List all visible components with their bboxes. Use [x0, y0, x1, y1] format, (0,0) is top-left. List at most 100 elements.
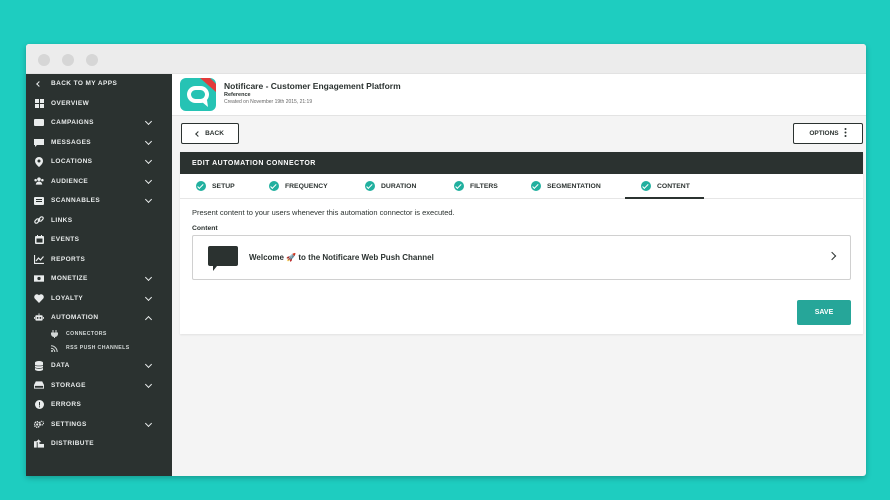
- chevron-left-icon: [34, 79, 44, 89]
- sidebar-item-distribute[interactable]: DISTRIBUTE: [26, 434, 172, 453]
- sidebar-subitem-label: RSS PUSH CHANNELS: [66, 345, 130, 351]
- window-titlebar: [26, 44, 866, 74]
- sidebar-item-events[interactable]: EVENTS: [26, 230, 172, 249]
- chevron-down-icon: [144, 156, 153, 165]
- chevron-down-icon: [144, 117, 153, 126]
- scannable-icon: [34, 196, 44, 206]
- tab-setup[interactable]: SETUP: [196, 174, 235, 198]
- window-close-dot[interactable]: [38, 54, 50, 66]
- tab-label: FREQUENCY: [285, 182, 328, 190]
- sidebar: BACK TO MY APPS OVERVIEW CAMPAIGNS MESSA…: [26, 74, 172, 476]
- sidebar-subitem-connectors[interactable]: CONNECTORS: [26, 327, 172, 341]
- sidebar-item-links[interactable]: LINKS: [26, 211, 172, 230]
- back-button[interactable]: BACK: [181, 123, 239, 144]
- sidebar-item-errors[interactable]: ERRORS: [26, 395, 172, 414]
- tab-content[interactable]: CONTENT: [625, 174, 704, 199]
- back-button-label: BACK: [205, 130, 224, 137]
- check-circle-icon: [365, 181, 375, 191]
- check-circle-icon: [269, 181, 279, 191]
- sidebar-item-label: ERRORS: [51, 401, 82, 408]
- window-maximize-dot[interactable]: [86, 54, 98, 66]
- sidebar-item-campaigns[interactable]: CAMPAIGNS: [26, 113, 172, 132]
- tab-label: SETUP: [212, 182, 235, 190]
- tab-label: CONTENT: [657, 182, 690, 190]
- tab-frequency[interactable]: FREQUENCY: [269, 174, 328, 198]
- sidebar-item-audience[interactable]: AUDIENCE: [26, 172, 172, 191]
- window-minimize-dot[interactable]: [62, 54, 74, 66]
- check-circle-icon: [454, 181, 464, 191]
- chevron-down-icon: [144, 360, 153, 369]
- tab-bar: SETUP FREQUENCY DURATION FILTERS SEGMENT…: [180, 174, 863, 199]
- chevron-down-icon: [144, 273, 153, 282]
- chevron-right-icon: [827, 251, 837, 261]
- tab-label: FILTERS: [470, 182, 498, 190]
- location-pin-icon: [34, 156, 44, 167]
- sidebar-item-scannables[interactable]: SCANNABLES: [26, 191, 172, 210]
- sidebar-item-storage[interactable]: STORAGE: [26, 376, 172, 395]
- money-icon: [34, 274, 44, 284]
- distribute-icon: [34, 439, 44, 449]
- message-icon: [34, 137, 44, 147]
- check-circle-icon: [196, 181, 206, 191]
- sidebar-subitem-rss-push-channels[interactable]: RSS PUSH CHANNELS: [26, 341, 172, 355]
- app-header: Notificare - Customer Engagement Platfor…: [172, 74, 866, 116]
- options-button-label: OPTIONS: [809, 130, 839, 137]
- sidebar-item-label: OVERVIEW: [51, 99, 90, 107]
- sidebar-item-label: STORAGE: [51, 381, 86, 389]
- rss-icon: [50, 344, 58, 352]
- edit-connector-panel: EDIT AUTOMATION CONNECTOR SETUP FREQUENC…: [180, 152, 863, 334]
- check-circle-icon: [531, 181, 541, 191]
- sidebar-item-automation[interactable]: AUTOMATION: [26, 308, 172, 327]
- sidebar-item-settings[interactable]: SETTINGS: [26, 415, 172, 434]
- users-icon: [34, 176, 44, 186]
- sidebar-item-label: SETTINGS: [51, 420, 87, 428]
- sidebar-item-reports[interactable]: REPORTS: [26, 250, 172, 269]
- app-logo: [180, 78, 216, 111]
- chevron-down-icon: [144, 419, 153, 427]
- kebab-menu-icon: [844, 128, 847, 139]
- sidebar-item-label: DISTRIBUTE: [51, 440, 94, 447]
- sidebar-item-label: REPORTS: [51, 255, 86, 263]
- app-title: Notificare - Customer Engagement Platfor…: [224, 81, 401, 91]
- app-created-date: Created on November 19th 2015, 21:19: [224, 99, 313, 105]
- sidebar-item-overview[interactable]: OVERVIEW: [26, 94, 172, 113]
- sidebar-item-monetize[interactable]: MONETIZE: [26, 269, 172, 288]
- panel-title: EDIT AUTOMATION CONNECTOR: [180, 152, 863, 174]
- gear-icon: [34, 419, 44, 429]
- campaign-icon: [34, 118, 44, 128]
- sidebar-item-label: EVENTS: [51, 236, 80, 243]
- tab-label: SEGMENTATION: [547, 182, 601, 190]
- sidebar-item-label: AUTOMATION: [51, 314, 99, 321]
- sidebar-item-label: MESSAGES: [51, 138, 92, 146]
- sidebar-item-label: LOYALTY: [51, 294, 84, 302]
- chevron-down-icon: [144, 176, 153, 184]
- content-item[interactable]: Welcome 🚀 to the Notificare Web Push Cha…: [192, 235, 851, 280]
- message-bubble-icon: [208, 246, 238, 271]
- sidebar-item-locations[interactable]: LOCATIONS: [26, 152, 172, 171]
- sidebar-item-label: CAMPAIGNS: [51, 119, 94, 126]
- content-label: Content: [192, 225, 218, 232]
- plug-icon: [50, 330, 58, 338]
- error-icon: [34, 400, 44, 410]
- panel-description: Present content to your users whenever t…: [192, 208, 455, 217]
- sidebar-item-messages[interactable]: MESSAGES: [26, 133, 172, 152]
- sidebar-item-label: BACK TO MY APPS: [51, 80, 118, 87]
- chevron-down-icon: [144, 380, 153, 388]
- sidebar-item-label: LOCATIONS: [51, 158, 93, 165]
- sidebar-item-label: SCANNABLES: [51, 197, 101, 204]
- link-icon: [34, 215, 44, 225]
- sidebar-item-back-to-my-apps[interactable]: BACK TO MY APPS: [26, 74, 172, 93]
- options-button[interactable]: OPTIONS: [793, 123, 863, 144]
- sidebar-item-loyalty[interactable]: LOYALTY: [26, 289, 172, 308]
- calendar-icon: [34, 235, 44, 245]
- database-icon: [34, 360, 44, 371]
- tab-filters[interactable]: FILTERS: [454, 174, 498, 198]
- sidebar-item-label: AUDIENCE: [51, 177, 89, 185]
- tab-segmentation[interactable]: SEGMENTATION: [531, 174, 601, 198]
- save-button[interactable]: SAVE: [797, 300, 851, 325]
- sidebar-item-data[interactable]: DATA: [26, 356, 172, 375]
- chevron-up-icon: [144, 315, 153, 324]
- check-circle-icon: [641, 181, 651, 191]
- tab-duration[interactable]: DURATION: [365, 174, 416, 198]
- chart-icon: [34, 254, 44, 264]
